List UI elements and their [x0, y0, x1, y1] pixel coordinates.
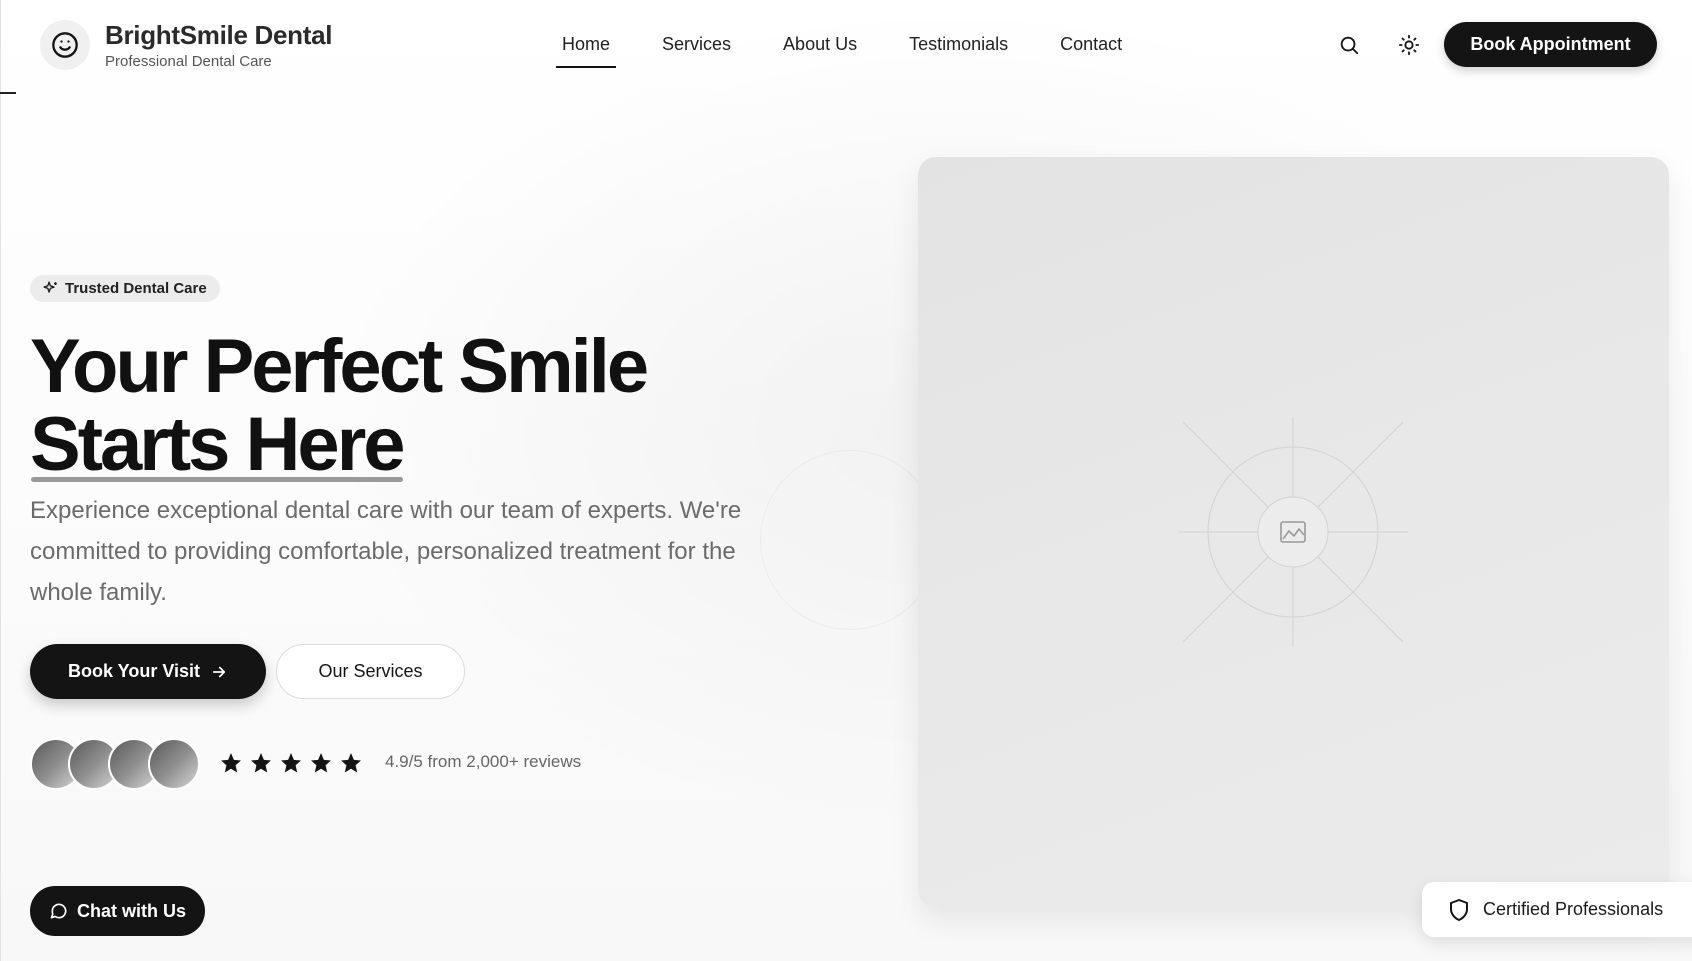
hero-title-line1: Your Perfect Smile — [30, 324, 649, 409]
chat-bubble-icon — [50, 903, 67, 919]
hero-title-line2: Starts Here — [30, 402, 406, 487]
arrow-right-icon — [212, 666, 226, 677]
star-icon — [341, 753, 361, 773]
chat-button-label: Chat with Us — [76, 900, 186, 921]
rating-stars — [219, 751, 369, 775]
hero-title: Your Perfect Smile Starts Here — [30, 328, 790, 484]
rating-count: 2,000+ — [466, 752, 519, 771]
star-icon — [251, 753, 271, 773]
book-appointment-button[interactable]: Book Appointment — [1444, 22, 1657, 67]
rating-suffix: reviews — [523, 752, 582, 771]
certified-badge-label: Certified Professionals — [1483, 899, 1664, 919]
star-icon — [221, 753, 241, 773]
nav-item-about-us[interactable]: About Us — [777, 30, 863, 68]
brand-tagline: Professional Dental Care — [105, 53, 272, 70]
main-nav: Home Services About Us Testimonials Cont… — [556, 30, 1168, 68]
shield-icon — [1450, 898, 1468, 921]
left-edge-tick — [0, 92, 16, 94]
site-header: BrightSmile Dental Professional Dental C… — [0, 0, 1692, 92]
nav-item-contact[interactable]: Contact — [1054, 30, 1128, 68]
hero-image-placeholder — [918, 157, 1669, 908]
trusted-badge: Trusted Dental Care — [30, 275, 220, 302]
sparkles-icon — [43, 281, 57, 293]
star-icon — [311, 753, 331, 773]
brand[interactable]: BrightSmile Dental Professional Dental C… — [40, 20, 333, 70]
smile-icon — [40, 20, 90, 70]
rating-text: 4.9/5 from 2,000+ reviews — [385, 752, 581, 772]
brand-name: BrightSmile Dental — [105, 20, 333, 50]
sun-icon[interactable] — [1394, 30, 1424, 60]
trusted-badge-label: Trusted Dental Care — [65, 280, 207, 297]
image-placeholder-art — [1178, 417, 1408, 647]
rating-value: 4.9/5 — [385, 752, 423, 771]
chat-button[interactable]: Chat with Us — [30, 886, 205, 936]
nav-item-testimonials[interactable]: Testimonials — [903, 30, 1014, 68]
left-edge-line — [0, 0, 1, 961]
nav-item-home[interactable]: Home — [556, 30, 617, 68]
hero-description: Experience exceptional dental care with … — [30, 497, 742, 606]
certified-badge: Certified Professionals — [1422, 882, 1692, 937]
rating-from: from — [427, 752, 462, 771]
book-your-visit-label: Book Your Visit — [67, 661, 201, 681]
our-services-button[interactable]: Our Services — [276, 644, 465, 699]
star-icon — [281, 753, 301, 773]
avatar — [148, 738, 200, 790]
search-icon[interactable] — [1334, 30, 1364, 60]
nav-item-services[interactable]: Services — [656, 30, 737, 68]
book-your-visit-button[interactable]: Book Your Visit — [30, 644, 266, 699]
